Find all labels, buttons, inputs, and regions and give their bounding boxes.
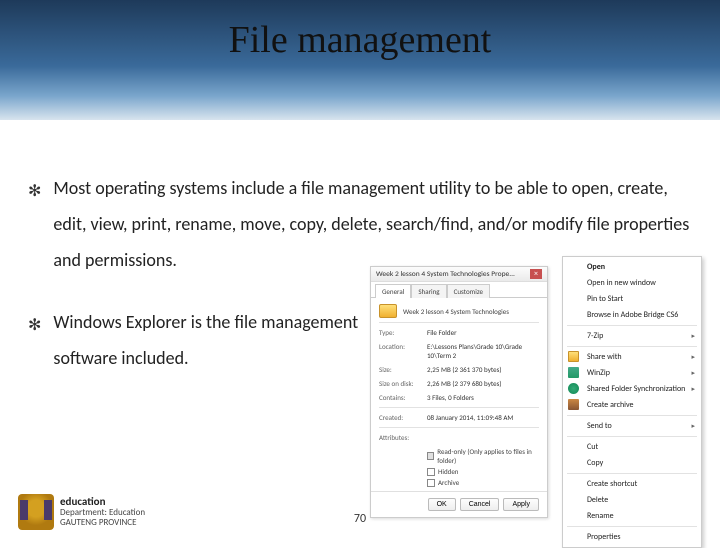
folder-name: Week 2 lesson 4 System Technologies — [403, 307, 509, 316]
created-value: 08 January 2014, 11:09:48 AM — [427, 413, 539, 422]
size-value: 2,25 MB (2 361 370 bytes) — [427, 365, 539, 374]
menu-7zip[interactable]: 7-Zip▸ — [563, 328, 701, 344]
tab-sharing[interactable]: Sharing — [411, 284, 446, 298]
menu-winzip[interactable]: WinZip▸ — [563, 365, 701, 381]
created-label: Created: — [379, 413, 427, 422]
chevron-right-icon: ▸ — [691, 384, 695, 393]
menu-open[interactable]: Open — [563, 259, 701, 275]
location-label: Location: — [379, 342, 427, 360]
dialog-title: Week 2 lesson 4 System Technologies Prop… — [376, 270, 515, 279]
ok-button[interactable]: OK — [428, 498, 456, 511]
tab-customize[interactable]: Customize — [447, 284, 490, 298]
size-disk-label: Size on disk: — [379, 379, 427, 388]
close-icon[interactable]: × — [530, 269, 542, 279]
menu-sync[interactable]: Shared Folder Synchronization▸ — [563, 381, 701, 397]
menu-pin-start[interactable]: Pin to Start — [563, 291, 701, 307]
winzip-icon — [568, 367, 579, 378]
cancel-button[interactable]: Cancel — [460, 498, 500, 511]
type-value: File Folder — [427, 328, 539, 337]
archive-checkbox[interactable]: Archive — [427, 478, 539, 487]
menu-open-new-window[interactable]: Open in new window — [563, 275, 701, 291]
menu-send-to[interactable]: Send to▸ — [563, 418, 701, 434]
tab-general[interactable]: General — [375, 284, 411, 298]
dialog-body: Week 2 lesson 4 System Technologies Type… — [371, 298, 547, 495]
attributes-label: Attributes: — [379, 433, 427, 442]
slide-title: File management — [229, 18, 492, 62]
properties-dialog: Week 2 lesson 4 System Technologies Prop… — [370, 266, 548, 518]
menu-delete[interactable]: Delete — [563, 492, 701, 508]
menu-properties[interactable]: Properties — [563, 529, 701, 545]
slide-header: File management — [0, 0, 720, 120]
chevron-right-icon: ▸ — [691, 421, 695, 430]
size-disk-value: 2,26 MB (2 379 680 bytes) — [427, 379, 539, 388]
contains-value: 3 Files, 0 Folders — [427, 393, 539, 402]
sync-icon — [568, 383, 579, 394]
archive-icon — [568, 399, 579, 410]
dialog-tabs: General Sharing Customize — [371, 283, 547, 298]
bullet-mark-icon: ✻ — [28, 176, 41, 208]
location-value: E:\Lessons Plans\Grade 10\Grade 10\Term … — [427, 342, 539, 360]
apply-button[interactable]: Apply — [503, 498, 539, 511]
menu-create-archive[interactable]: Create archive — [563, 397, 701, 413]
bullet-2-text: Windows Explorer is the file management … — [53, 304, 383, 376]
chevron-right-icon: ▸ — [691, 352, 695, 361]
folder-icon — [379, 304, 397, 318]
logo-line3: GAUTENG PROVINCE — [60, 518, 145, 528]
menu-share-with[interactable]: Share with▸ — [563, 349, 701, 365]
size-label: Size: — [379, 365, 427, 374]
chevron-right-icon: ▸ — [691, 331, 695, 340]
menu-cut[interactable]: Cut — [563, 439, 701, 455]
readonly-checkbox[interactable]: Read-only (Only applies to files in fold… — [427, 447, 539, 465]
hidden-checkbox[interactable]: Hidden — [427, 467, 539, 476]
chevron-right-icon: ▸ — [691, 368, 695, 377]
context-menu: Open Open in new window Pin to Start Bro… — [562, 256, 702, 548]
page-number: 70 — [354, 512, 366, 526]
contains-label: Contains: — [379, 393, 427, 402]
dialog-titlebar: Week 2 lesson 4 System Technologies Prop… — [371, 267, 547, 282]
share-icon — [568, 351, 579, 362]
menu-copy[interactable]: Copy — [563, 455, 701, 471]
crest-icon — [18, 494, 54, 530]
footer-logo: education Department: Education GAUTENG … — [18, 494, 145, 530]
menu-create-shortcut[interactable]: Create shortcut — [563, 476, 701, 492]
type-label: Type: — [379, 328, 427, 337]
menu-rename[interactable]: Rename — [563, 508, 701, 524]
menu-browse-bridge[interactable]: Browse in Adobe Bridge CS6 — [563, 307, 701, 323]
logo-text: education Department: Education GAUTENG … — [60, 496, 145, 528]
dialog-buttons: OK Cancel Apply — [371, 491, 547, 517]
bullet-mark-icon: ✻ — [28, 310, 41, 342]
